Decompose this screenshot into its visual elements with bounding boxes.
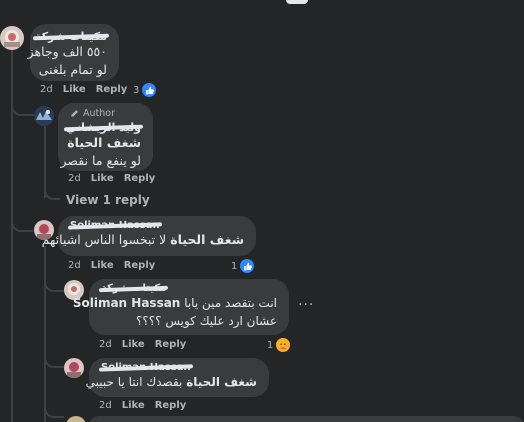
comment-time[interactable]: 2d: [99, 400, 112, 411]
like-button[interactable]: Like: [91, 260, 114, 271]
pencil-icon: [71, 110, 78, 117]
comment-text-body: لا تبخسوا الناس اشيائهم: [41, 232, 167, 247]
comment-bubble: مكيتات شركة انت بتقصد مين يابا Soliman H…: [73, 279, 289, 335]
avatar[interactable]: [64, 358, 84, 378]
comment-time[interactable]: 2d: [40, 84, 53, 95]
reaction-summary[interactable]: 1: [231, 259, 255, 273]
comment-mention[interactable]: شغف الحياة: [170, 232, 244, 247]
comment-bubble: Author وليد الريشاني شغف الحياة لو ينفع …: [58, 103, 153, 171]
avatar[interactable]: [0, 26, 24, 50]
like-button[interactable]: Like: [122, 400, 145, 411]
comment-author[interactable]: Soliman Hassan: [98, 362, 193, 373]
avatar[interactable]: [34, 106, 54, 126]
comment-mention[interactable]: شغف الحياة: [186, 375, 257, 389]
view-replies-link[interactable]: View 1 reply: [66, 193, 150, 207]
comment-time[interactable]: 2d: [68, 173, 81, 184]
comment-mention[interactable]: شغف الحياة: [67, 134, 141, 152]
comment-text-body: انت بتقصد مين يابا: [184, 296, 277, 310]
comment-author[interactable]: وليد الريشاني: [63, 121, 144, 134]
author-badge-label: Author: [83, 108, 115, 119]
comment-bubble: مكيتات شركة ٥٥٠ الف وجاهز لو تمام بلغنى: [27, 24, 119, 81]
reply-button[interactable]: Reply: [96, 84, 128, 95]
reply-button[interactable]: Reply: [155, 400, 187, 411]
avatar[interactable]: [66, 416, 86, 422]
thread-curve-nested-3: [44, 404, 64, 418]
thread-curve-view: [44, 186, 60, 200]
comment-text: شغف الحياة بقصدك انتا يا حبيبي: [86, 373, 257, 391]
like-button[interactable]: Like: [91, 173, 114, 184]
comment-actions: 2d Like Reply: [99, 339, 186, 350]
reply-button[interactable]: Reply: [124, 173, 156, 184]
comment-mention[interactable]: Soliman Hassan: [73, 296, 181, 310]
comment-author[interactable]: مكيتات شركة: [98, 283, 169, 294]
comment-actions: 2d Like Reply: [68, 260, 155, 271]
reaction-count: 1: [267, 339, 274, 351]
thumbs-up-icon: [240, 259, 255, 273]
thread-curve-reply-1: [11, 96, 35, 116]
comment-author[interactable]: مكيتات شركة: [33, 30, 110, 43]
comment-actions: 2d Like Reply: [68, 173, 155, 184]
reaction-count: 1: [231, 260, 238, 272]
thread-curve-nested-2: [44, 352, 64, 368]
comment-actions: 2d Like Reply: [40, 84, 127, 95]
comment-text-line: ٥٥٠ الف وجاهز: [27, 44, 107, 59]
author-badge: Author: [70, 108, 141, 119]
header-fragment: [286, 0, 308, 4]
comment-time[interactable]: 2d: [68, 260, 81, 271]
comment-actions: 2d Like Reply: [99, 400, 186, 411]
comment-bubble: [89, 416, 524, 422]
comment-bubble: Soliman Hassan شغف الحياة بقصدك انتا يا …: [86, 358, 269, 397]
like-button[interactable]: Like: [63, 84, 86, 95]
comment-text: شغف الحياة لا تبخسوا الناس اشيائهم: [42, 231, 244, 249]
comment-author[interactable]: Soliman Hassan: [67, 220, 162, 231]
care-face-icon: [276, 338, 291, 352]
reply-button[interactable]: Reply: [124, 260, 156, 271]
comment-time[interactable]: 2d: [99, 339, 112, 350]
reply-button[interactable]: Reply: [155, 339, 187, 350]
thread-curve-main-2: [11, 214, 33, 232]
comment-text-line: لو تمام بلغنى: [38, 62, 107, 77]
reaction-summary[interactable]: 1: [267, 338, 291, 352]
thread-curve-nested-1: [44, 276, 64, 292]
comment-text-body: بقصدك انتا يا حبيبي: [85, 375, 183, 389]
comment-text-line: عشان ارد عليك كويس ؟؟؟؟: [136, 314, 277, 328]
more-horizontal-icon[interactable]: ···: [298, 297, 314, 313]
thumbs-up-icon: [142, 83, 157, 97]
like-button[interactable]: Like: [122, 339, 145, 350]
thread-line-nested: [44, 246, 46, 422]
comment-text: انت بتقصد مين يابا Soliman Hassan: [73, 294, 277, 312]
reaction-summary[interactable]: 3: [133, 83, 157, 97]
reaction-count: 3: [133, 84, 140, 96]
comment-bubble: Soliman Hassan شغف الحياة لا تبخسوا النا…: [42, 216, 256, 256]
comment-text-line: لو ينفع ما نقصر: [60, 153, 141, 168]
